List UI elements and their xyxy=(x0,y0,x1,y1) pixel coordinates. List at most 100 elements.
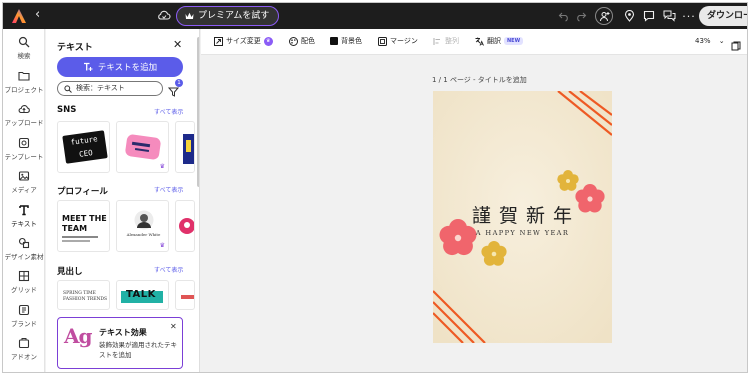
section-title-headings: 見出し xyxy=(57,267,83,277)
pages-icon[interactable] xyxy=(731,36,741,55)
rail-item-label: ブランド xyxy=(11,320,37,328)
page-title-label[interactable]: 1 / 1 ページ - タイトルを追加 xyxy=(432,75,527,85)
panel-title: テキスト xyxy=(57,43,93,53)
card-artwork: 謹 賀 新 年 A HAPPY NEW YEAR xyxy=(433,91,612,343)
chevron-left-icon[interactable]: ‹ xyxy=(35,6,40,24)
new-year-card-page[interactable]: 謹 賀 新 年 A HAPPY NEW YEAR xyxy=(433,91,612,343)
text-effects-card[interactable]: Ag テキスト効果 装飾効果が適用されたテキストを追加 ✕ xyxy=(57,317,183,369)
cloud-save-icon[interactable] xyxy=(157,8,171,22)
comment-icon[interactable] xyxy=(641,8,657,24)
template-tile-meet-the-team[interactable]: MEET THE TEAM xyxy=(57,200,110,252)
color-palette-button[interactable]: 配色 xyxy=(289,36,315,46)
palette-label: 配色 xyxy=(301,37,315,45)
align-button[interactable]: 整列 xyxy=(433,36,459,46)
see-all-profile-link[interactable]: すべて表示 xyxy=(154,185,183,194)
text-effect-sample: Ag xyxy=(64,324,92,348)
brand-icon xyxy=(18,304,30,316)
crown-icon xyxy=(185,12,194,19)
redo-icon[interactable] xyxy=(573,8,589,24)
section-title-sns: SNS xyxy=(57,105,77,115)
chat-icon[interactable] xyxy=(661,8,677,24)
resize-button[interactable]: サイズ変更 ♛ xyxy=(214,36,273,46)
media-icon xyxy=(18,171,30,181)
new-badge: NEW xyxy=(504,37,524,45)
template-tile-future-ceo[interactable]: future CEO xyxy=(57,121,110,173)
tile-thumbnail-accent xyxy=(62,236,98,238)
text-effect-description: 装飾効果が適用されたテキストを追加 xyxy=(99,341,177,359)
see-all-headings-link[interactable]: すべて表示 xyxy=(154,265,183,274)
premium-label: プレミアムを試す xyxy=(198,10,270,21)
template-tile-partial[interactable] xyxy=(175,280,195,310)
template-icon xyxy=(18,137,30,149)
rail-item-projects[interactable]: プロジェクト xyxy=(3,70,45,94)
rail-item-label: アドオン xyxy=(11,353,37,361)
template-tile-speech-bubble[interactable]: ♛ xyxy=(116,121,169,173)
background-label: 背景色 xyxy=(341,37,362,45)
download-button[interactable]: ダウンロード xyxy=(699,6,747,26)
add-user-icon[interactable] xyxy=(595,7,613,25)
search-icon xyxy=(64,85,72,93)
rail-item-brand[interactable]: ブランド xyxy=(3,304,45,328)
zoom-control[interactable]: 43% ⌄ xyxy=(695,37,725,45)
search-input[interactable]: 検索：テキスト xyxy=(57,81,163,96)
add-text-button[interactable]: テキストを追加 xyxy=(57,57,183,77)
rail-item-upload[interactable]: アップロード xyxy=(3,103,45,127)
shapes-icon xyxy=(18,237,30,249)
close-icon[interactable]: ✕ xyxy=(173,38,182,51)
card-subtitle: A HAPPY NEW YEAR xyxy=(475,229,569,237)
adobe-express-logo-icon[interactable] xyxy=(11,8,27,24)
rail-item-label: テキスト xyxy=(11,220,37,228)
panel-scrollbar[interactable] xyxy=(197,37,199,187)
close-icon[interactable]: ✕ xyxy=(170,322,177,331)
rail-item-templates[interactable]: テンプレート xyxy=(3,137,45,161)
template-tile-partial[interactable] xyxy=(175,121,195,173)
tile-text: Alexander White xyxy=(126,232,161,237)
tile-thumbnail-accent xyxy=(181,295,194,299)
location-pin-icon[interactable] xyxy=(621,8,637,24)
background-color-button[interactable]: 背景色 xyxy=(330,36,362,46)
rail-item-media[interactable]: メディア xyxy=(3,170,45,194)
top-bar: ‹ プレミアムを試す ··· ダウンロード xyxy=(3,3,747,29)
premium-crown-icon: ♛ xyxy=(263,36,273,46)
rail-item-label: アップロード xyxy=(4,119,44,127)
tile-text: future CEO xyxy=(70,134,99,159)
tile-text: TEAM xyxy=(62,224,88,233)
template-tile-profile-portrait[interactable]: Alexander White ♛ xyxy=(116,200,169,252)
zoom-level: 43% xyxy=(695,37,711,45)
tile-text: FASHION TRENDS xyxy=(63,297,108,302)
template-tile-spring-time[interactable]: SPRING TIME FASHION TRENDS xyxy=(57,280,110,310)
rail-item-label: プロジェクト xyxy=(4,86,44,94)
rail-item-design-assets[interactable]: デザイン素材 xyxy=(3,237,45,261)
text-effect-title: テキスト効果 xyxy=(99,328,147,337)
palette-icon xyxy=(289,36,298,46)
premium-crown-icon: ♛ xyxy=(159,163,165,170)
more-options-icon[interactable]: ··· xyxy=(681,8,697,24)
background-swatch-icon xyxy=(330,37,338,45)
rail-item-search[interactable]: 検索 xyxy=(3,36,45,60)
filter-button[interactable]: 1 xyxy=(167,79,183,97)
translate-label: 翻訳 xyxy=(487,37,501,45)
search-icon xyxy=(18,36,30,48)
undo-icon[interactable] xyxy=(556,8,572,24)
section-title-profile: プロフィール xyxy=(57,187,108,197)
tile-thumbnail: future CEO xyxy=(62,130,108,164)
template-tile-talk[interactable]: TALK xyxy=(116,280,169,310)
margin-button[interactable]: マージン xyxy=(378,36,418,46)
tile-thumbnail-accent xyxy=(184,222,190,228)
add-text-label: テキストを追加 xyxy=(97,63,158,73)
try-premium-button[interactable]: プレミアムを試す xyxy=(176,6,280,26)
tile-thumbnail-accent xyxy=(62,240,90,242)
premium-crown-icon: ♛ xyxy=(159,242,165,249)
rail-item-grid[interactable]: グリッド xyxy=(3,270,45,294)
rail-item-addons[interactable]: アドオン xyxy=(3,337,45,361)
app-window: ‹ プレミアムを試す ··· ダウンロード xyxy=(2,2,748,373)
translate-button[interactable]: 翻訳 NEW xyxy=(475,36,524,46)
tile-thumbnail xyxy=(124,133,162,161)
filter-count-badge: 1 xyxy=(175,79,183,87)
see-all-sns-link[interactable]: すべて表示 xyxy=(154,107,183,116)
text-icon xyxy=(19,205,29,216)
template-tile-partial[interactable] xyxy=(175,200,195,252)
rail-item-text[interactable]: テキスト xyxy=(3,204,45,228)
resize-label: サイズ変更 xyxy=(226,37,261,45)
translate-icon xyxy=(475,37,484,46)
